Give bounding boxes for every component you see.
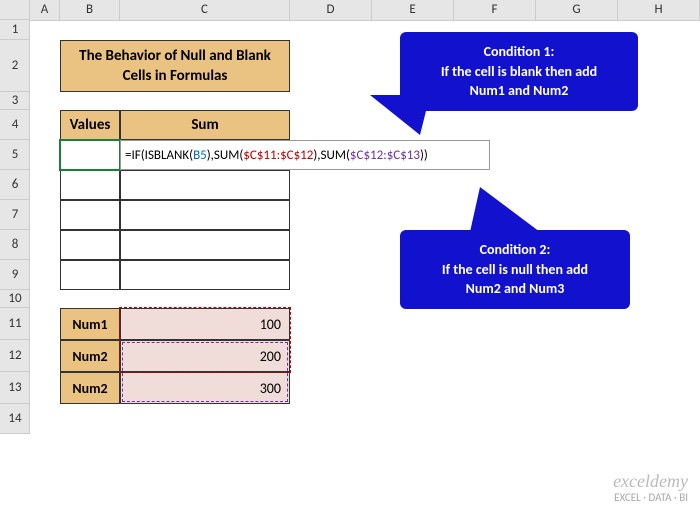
selected-cell-b5[interactable] bbox=[59, 139, 121, 171]
row-header-8[interactable]: 8 bbox=[0, 230, 30, 260]
row-header-9[interactable]: 9 bbox=[0, 260, 30, 290]
title-cell: The Behavior of Null and Blank Cells in … bbox=[60, 40, 290, 92]
column-headers[interactable]: ABCDEFGH bbox=[0, 0, 700, 21]
callout-condition-1: Condition 1: If the cell is blank then a… bbox=[400, 32, 638, 111]
row-headers[interactable]: 1234567891011121314 bbox=[0, 20, 30, 434]
row-header-1[interactable]: 1 bbox=[0, 20, 30, 40]
num3-label: Num2 bbox=[60, 372, 120, 404]
row-header-4[interactable]: 4 bbox=[0, 110, 30, 140]
row-header-2[interactable]: 2 bbox=[0, 40, 30, 92]
col-header-a[interactable]: A bbox=[30, 0, 60, 20]
col-header-b[interactable]: B bbox=[60, 0, 120, 20]
col-header-c[interactable]: C bbox=[120, 0, 290, 20]
cell-b8[interactable] bbox=[60, 230, 120, 260]
watermark: exceldemy EXCEL · DATA · BI bbox=[613, 472, 688, 504]
col-header-f[interactable]: F bbox=[454, 0, 536, 20]
select-all-corner[interactable] bbox=[0, 0, 30, 20]
spreadsheet-grid: ABCDEFGH 1234567891011121314 bbox=[0, 0, 700, 21]
num3-value[interactable]: 300 bbox=[120, 372, 290, 404]
cell-c6[interactable] bbox=[120, 170, 290, 200]
row-header-7[interactable]: 7 bbox=[0, 200, 30, 230]
formula-edit-cell[interactable]: =IF(ISBLANK(B5),SUM($C$11:$C$12),SUM($C$… bbox=[120, 140, 490, 170]
row-header-13[interactable]: 13 bbox=[0, 372, 30, 404]
row-header-6[interactable]: 6 bbox=[0, 170, 30, 200]
row-header-10[interactable]: 10 bbox=[0, 290, 30, 308]
col-header-e[interactable]: E bbox=[372, 0, 454, 20]
col-header-h[interactable]: H bbox=[618, 0, 700, 20]
row-header-14[interactable]: 14 bbox=[0, 404, 30, 434]
header-values: Values bbox=[60, 110, 120, 140]
cell-c8[interactable] bbox=[120, 230, 290, 260]
row-header-12[interactable]: 12 bbox=[0, 340, 30, 372]
num1-value[interactable]: 100 bbox=[120, 308, 290, 340]
row-header-5[interactable]: 5 bbox=[0, 140, 30, 170]
header-sum: Sum bbox=[120, 110, 290, 140]
cell-b9[interactable] bbox=[60, 260, 120, 290]
cell-b6[interactable] bbox=[60, 170, 120, 200]
row-header-11[interactable]: 11 bbox=[0, 308, 30, 340]
cell-b7[interactable] bbox=[60, 200, 120, 230]
col-header-g[interactable]: G bbox=[536, 0, 618, 20]
row-header-3[interactable]: 3 bbox=[0, 92, 30, 110]
num2-value[interactable]: 200 bbox=[120, 340, 290, 372]
cell-c7[interactable] bbox=[120, 200, 290, 230]
col-header-d[interactable]: D bbox=[290, 0, 372, 20]
num1-label: Num1 bbox=[60, 308, 120, 340]
num2-label: Num2 bbox=[60, 340, 120, 372]
cell-c9[interactable] bbox=[120, 260, 290, 290]
callout-2-arrow bbox=[470, 187, 540, 232]
callout-condition-2: Condition 2: If the cell is null then ad… bbox=[400, 230, 630, 309]
